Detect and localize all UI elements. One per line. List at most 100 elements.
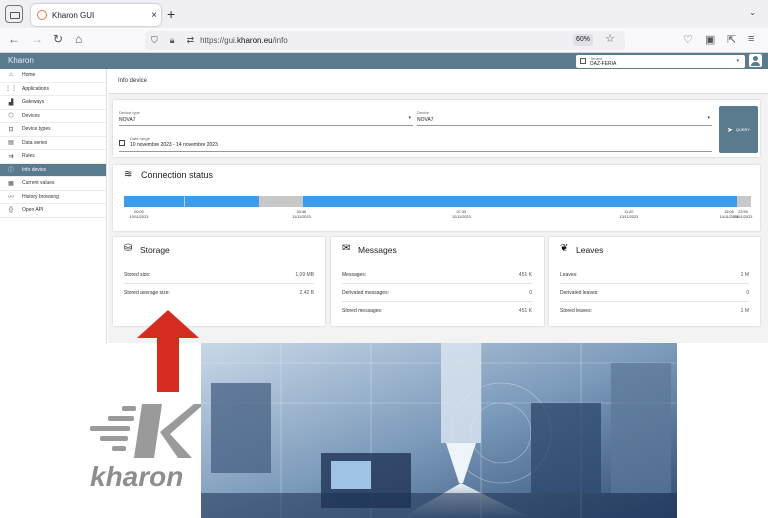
tick-date: 14/11/2023 (733, 214, 753, 219)
connection-timeline[interactable] (124, 196, 751, 207)
home-icon[interactable]: ⌂ (75, 32, 82, 46)
sidebar-item-gateways[interactable]: ▟ Gateways (0, 96, 106, 110)
device-icon: ⬡ (8, 113, 14, 120)
sidebar-item-label: Devices (22, 112, 40, 119)
info-icon: ⓘ (7, 168, 14, 175)
sidebar-item-history-browsing[interactable]: 〰 History browsing (0, 191, 106, 204)
stat-row: Stored leaves: 1 M (560, 302, 749, 320)
sidebar-item-label: History browsing (22, 193, 59, 200)
pocket-icon[interactable]: ♡ (683, 33, 693, 46)
zoom-level[interactable]: 60% (573, 34, 593, 46)
stat-row: Leaves: 1 M (560, 266, 749, 284)
browser-tab[interactable]: Kharon GUI × (31, 4, 161, 26)
page-title: Info device (118, 78, 148, 84)
sidebar-item-label: Current values (22, 180, 55, 187)
sidebar-item-home[interactable]: ⌂ Home (0, 69, 106, 83)
timeline-segment-online (124, 196, 184, 207)
sidebar: ⌂ Home ⋮⋮ Applications ▟ Gateways ⬡ Devices … (0, 69, 107, 343)
sidebar-item-label: Applications (22, 85, 49, 92)
tenant-value: DAZ-FERIA (590, 61, 617, 67)
tick-date: 11/11/2023 (292, 214, 311, 219)
device-select[interactable]: Device NOVA7 ▾ (417, 108, 712, 126)
sidebar-item-current-values[interactable]: ▦ Current values (0, 177, 106, 191)
stat-value: 0 (529, 290, 532, 296)
database-icon: ⛁ (124, 243, 133, 254)
date-range-field[interactable]: Date range 10 novembre 2023 - 14 novembr… (119, 136, 712, 152)
back-arrow-icon[interactable]: ← (8, 32, 20, 46)
timeline-segment-offline (736, 196, 751, 207)
extensions-icon[interactable]: ⇱ (727, 33, 736, 46)
svg-text:kharon: kharon (90, 461, 183, 492)
stat-value: 451 K (518, 272, 532, 278)
tab-title: Kharon GUI (52, 10, 95, 20)
page-header: Info device (108, 69, 768, 94)
sidebar-item-label: Rules (22, 153, 35, 160)
data-series-icon: ▤ (8, 140, 14, 147)
leaf-icon: ❦ (560, 243, 569, 254)
home-icon: ⌂ (9, 72, 13, 79)
sidebar-item-open-api[interactable]: {} Open API (0, 204, 106, 218)
stat-row: Messages: 451 K (342, 266, 532, 284)
query-card: Device type NOVA7 ▾ Device NOVA7 ▾ Date … (113, 100, 760, 157)
calendar-icon (119, 140, 125, 146)
sidebar-item-label: Open API (22, 207, 44, 214)
sidebar-item-device-types[interactable]: ⊡ Device types (0, 123, 106, 137)
tenant-select[interactable]: Tenant DAZ-FERIA ▾ (576, 55, 745, 68)
stat-value: 2.42 B (299, 290, 314, 296)
leaves-card: ❦ Leaves Leaves: 1 M Derivated leaves: 0… (549, 237, 760, 326)
sidebar-item-applications[interactable]: ⋮⋮ Applications (0, 83, 106, 96)
url-text[interactable]: https://gui.kharon.eu/info (200, 36, 288, 45)
stat-value: 1 M (740, 308, 749, 314)
new-tab-icon[interactable]: + (167, 6, 175, 22)
tab-list-chevron-icon[interactable]: ⌄ (749, 8, 756, 17)
device-types-icon: ⊡ (8, 126, 14, 133)
tick-date: 12/11/2023 (451, 214, 471, 219)
connection-status-card: ≋ Connection status 00:00 10/11/2023 03:46… (113, 165, 760, 231)
timeline-segment-online (184, 196, 259, 207)
menu-icon[interactable]: ≡ (748, 33, 754, 45)
reload-icon[interactable]: ↻ (53, 32, 63, 46)
main-content: Info device Device type NOVA7 ▾ Device N… (108, 69, 768, 343)
timeline-segment-online (307, 196, 737, 207)
timeline-segment-offline (258, 196, 303, 207)
stat-value: 451 K (518, 308, 532, 314)
address-bar[interactable]: ⛉ 🔒︎ ⇄ https://gui.kharon.eu/info 60% ☆ (145, 31, 625, 50)
api-icon: {} (8, 207, 13, 214)
firefox-view-icon[interactable] (5, 5, 23, 23)
sidebar-item-data-series[interactable]: ▤ Data series (0, 137, 106, 150)
browser-tab-bar: Kharon GUI × + ⌄ (0, 0, 768, 28)
messages-card: ✉ Messages Messages: 451 K Derivated mes… (331, 237, 544, 326)
device-label: Device (417, 110, 430, 115)
sidebar-item-rules[interactable]: ⇉ Rules (0, 150, 106, 164)
bookmark-star-icon[interactable]: ☆ (605, 32, 615, 45)
stat-label: Stored size: (124, 272, 151, 278)
device-type-value: NOVA7 (119, 117, 136, 123)
app-title: Kharon (8, 56, 34, 65)
send-icon: ➤ (726, 126, 733, 134)
leaves-title: Leaves (576, 245, 604, 255)
forward-arrow-icon[interactable]: → (31, 32, 43, 46)
chevron-down-icon: ▾ (736, 58, 739, 64)
wifi-icon: ≋ (124, 169, 133, 180)
stat-label: Leaves: (560, 272, 578, 278)
timeline-tick-label: 07:33 12/11/2023 (446, 210, 476, 219)
shield-icon[interactable]: ⛉ (151, 35, 158, 46)
sidebar-item-info-device[interactable]: ⓘ Info device (0, 163, 106, 177)
lock-icon[interactable]: 🔒︎ (170, 35, 175, 46)
tab-close-icon[interactable]: × (147, 10, 161, 21)
reader-icon[interactable]: ▣ (705, 33, 715, 46)
permissions-icon[interactable]: ⇄ (187, 35, 195, 46)
rules-icon: ⇉ (8, 153, 14, 160)
user-avatar-icon[interactable] (749, 54, 762, 67)
sidebar-item-label: Data series (22, 139, 48, 146)
stat-row: Derivated messages: 0 (342, 284, 532, 302)
device-type-select[interactable]: Device type NOVA7 ▾ (119, 108, 413, 126)
sidebar-item-devices[interactable]: ⬡ Devices (0, 110, 106, 123)
stat-label: Derivated messages: (342, 290, 389, 296)
stat-label: Stored leaves: (560, 308, 592, 314)
tick-date: 10/11/2023 (129, 214, 149, 219)
timeline-tick-label: 00:00 10/11/2023 (124, 210, 154, 219)
stat-row: Stored size: 1.09 MB (124, 266, 314, 284)
query-button[interactable]: ➤ QUERY (719, 106, 758, 153)
stat-value: 0 (746, 290, 749, 296)
